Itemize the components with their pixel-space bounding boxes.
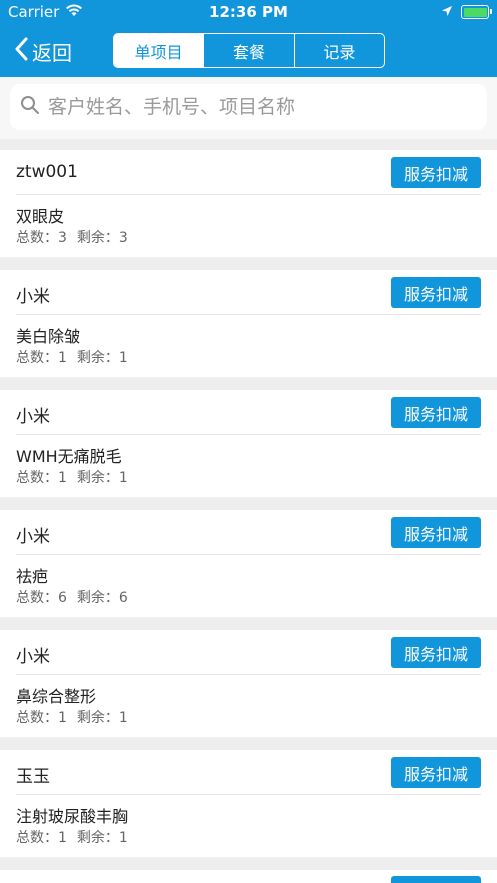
list-item: 小米 服务扣减 WMH无痛脱毛 总数：1 剩余：1 <box>0 390 497 497</box>
list-item: 玉玉 服务扣减 注射玻尿酸丰胸 总数：1 剩余：1 <box>0 750 497 857</box>
segmented-control: 单项目 套餐 记录 <box>113 33 385 68</box>
project-name: 鼻综合整形 <box>16 687 97 706</box>
count-info: 总数：3 剩余：3 <box>16 227 128 247</box>
tab-records[interactable]: 记录 <box>295 34 384 67</box>
list-item: 小米 服务扣减 鼻综合整形 总数：1 剩余：1 <box>0 630 497 737</box>
customer-name: 小米 <box>16 527 50 547</box>
total-count: 总数：6 <box>16 590 67 606</box>
nav-bar: 返回 单项目 套餐 记录 <box>0 25 497 77</box>
status-bar: Carrier 12:36 PM <box>0 0 497 25</box>
customer-name: 小米 <box>16 287 50 307</box>
search-icon <box>20 95 40 119</box>
tab-package[interactable]: 套餐 <box>204 34 295 67</box>
total-count: 总数：3 <box>16 230 67 246</box>
tab-single-project[interactable]: 单项目 <box>114 34 205 67</box>
service-deduct-button[interactable]: 服务扣减 <box>391 637 481 668</box>
count-info: 总数：1 剩余：1 <box>16 707 128 727</box>
service-deduct-button[interactable] <box>391 876 481 883</box>
total-count: 总数：1 <box>16 830 67 846</box>
status-time: 12:36 PM <box>209 3 288 21</box>
battery-icon <box>461 5 492 19</box>
project-name: 双眼皮 <box>16 207 65 226</box>
customer-name: ztw001 <box>16 162 78 182</box>
total-count: 总数：1 <box>16 470 67 486</box>
total-count: 总数：1 <box>16 350 67 366</box>
divider <box>16 194 481 195</box>
list-item-partial <box>0 870 497 883</box>
search-input[interactable] <box>48 96 478 118</box>
count-info: 总数：6 剩余：6 <box>16 587 128 607</box>
divider <box>16 554 481 555</box>
customer-name: 玉玉 <box>16 767 50 787</box>
divider <box>16 434 481 435</box>
divider <box>16 314 481 315</box>
count-info: 总数：1 剩余：1 <box>16 827 128 847</box>
project-name: 美白除皱 <box>16 327 81 346</box>
list-item: 小米 服务扣减 祛疤 总数：6 剩余：6 <box>0 510 497 617</box>
back-button[interactable]: 返回 <box>14 37 72 66</box>
service-deduct-button[interactable]: 服务扣减 <box>391 157 481 188</box>
remaining-count: 剩余：1 <box>76 470 128 486</box>
project-name: 祛疤 <box>16 567 49 586</box>
customer-name: 小米 <box>16 407 50 427</box>
chevron-left-icon <box>14 37 28 66</box>
service-list: ztw001 服务扣减 双眼皮 总数：3 剩余：3 小米 服务扣减 美白除皱 总… <box>0 139 497 883</box>
remaining-count: 剩余：1 <box>76 830 128 846</box>
customer-name: 小米 <box>16 647 50 667</box>
search-area <box>0 77 497 139</box>
search-bar <box>10 84 487 130</box>
project-name: 注射玻尿酸丰胸 <box>16 807 129 826</box>
list-item: ztw001 服务扣减 双眼皮 总数：3 剩余：3 <box>0 150 497 257</box>
status-right <box>441 3 492 21</box>
divider <box>16 674 481 675</box>
back-label: 返回 <box>32 41 72 65</box>
count-info: 总数：1 剩余：1 <box>16 467 128 487</box>
list-item: 小米 服务扣减 美白除皱 总数：1 剩余：1 <box>0 270 497 377</box>
remaining-count: 剩余：6 <box>76 590 128 606</box>
service-deduct-button[interactable]: 服务扣减 <box>391 517 481 548</box>
remaining-count: 剩余：1 <box>76 350 128 366</box>
service-deduct-button[interactable]: 服务扣减 <box>391 757 481 788</box>
service-deduct-button[interactable]: 服务扣减 <box>391 277 481 308</box>
divider <box>16 794 481 795</box>
service-deduct-button[interactable]: 服务扣减 <box>391 397 481 428</box>
location-icon <box>441 3 453 21</box>
remaining-count: 剩余：1 <box>76 710 128 726</box>
remaining-count: 剩余：3 <box>76 230 128 246</box>
project-name: WMH无痛脱毛 <box>16 447 122 466</box>
total-count: 总数：1 <box>16 710 67 726</box>
count-info: 总数：1 剩余：1 <box>16 347 128 367</box>
